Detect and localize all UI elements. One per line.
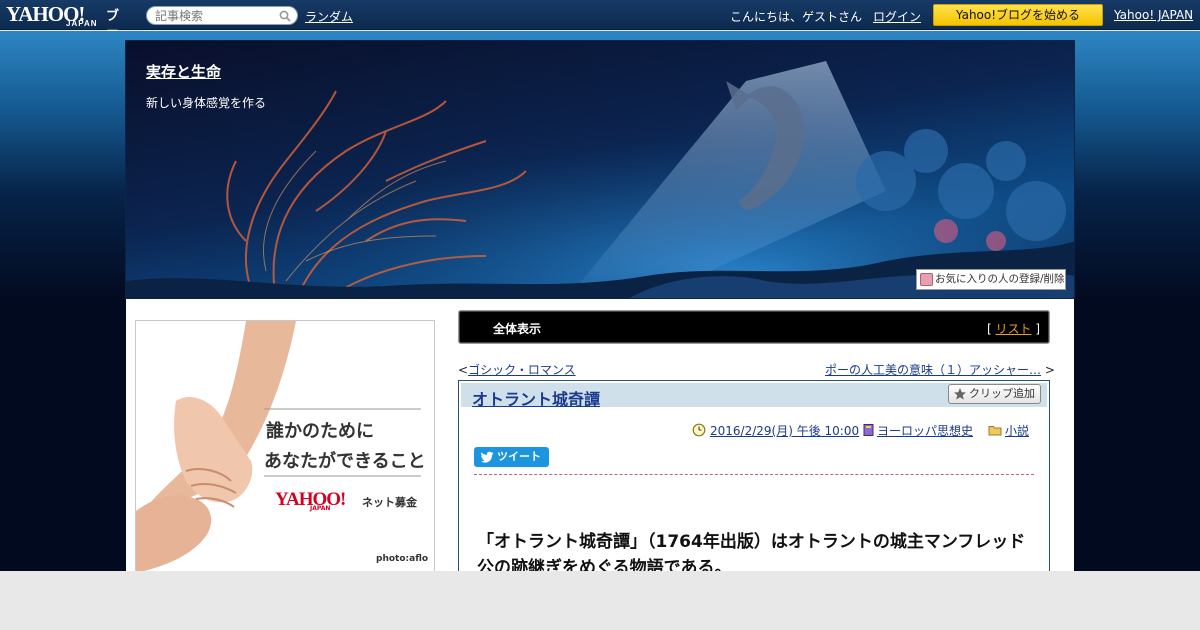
article-search-box: [146, 6, 298, 25]
logo-japan-text: JAPAN: [66, 19, 98, 28]
ad-yahoo-logo-sub: JAPAN: [310, 505, 331, 512]
search-input[interactable]: [155, 8, 279, 24]
article-title-link[interactable]: オトラント城奇譚: [472, 386, 600, 410]
article-category: ヨーロッパ思想史: [862, 422, 973, 439]
favorite-register-label: お気に入りの人の登録/削除: [935, 273, 1065, 285]
book-icon: [863, 424, 874, 436]
global-header: YAHOO! JAPAN ブログ ランダム こんにちは、ゲストさん ログイン Y…: [0, 0, 1200, 62]
previous-article-nav: <ゴシック・ロマンス: [458, 361, 576, 378]
view-mode-bar: 全体表示 [ リスト ]: [458, 310, 1050, 344]
clip-add-button[interactable]: クリップ追加: [948, 384, 1041, 404]
next-article-nav: ポーの人工美の意味（１）アッシャー… >: [825, 361, 1055, 378]
login-link[interactable]: ログイン: [873, 8, 921, 25]
yahoo-japan-link[interactable]: Yahoo! JAPAN: [1114, 8, 1193, 22]
blog-title-link[interactable]: 実存と生命: [146, 61, 221, 82]
search-icon[interactable]: [279, 10, 291, 22]
meta-divider: [474, 474, 1034, 475]
article-genre-link[interactable]: 小説: [1005, 424, 1029, 438]
twitter-bird-icon: [481, 451, 494, 463]
main-content: 誰かのために あなたができること YAHOO! JAPAN ネット募金 phot…: [126, 299, 1074, 580]
article-date: 2016/2/29(月) 午後 10:00: [692, 422, 859, 439]
random-link[interactable]: ランダム: [305, 8, 353, 25]
bottom-gray-band: [0, 571, 1200, 630]
start-blog-button[interactable]: Yahoo!ブログを始める: [933, 4, 1103, 26]
article-entry: オトラント城奇譚 クリップ追加 2016/2/29(月) 午後 10:00 ヨー…: [458, 380, 1050, 580]
star-icon: [954, 388, 966, 400]
ad-headline-line1: 誰かのために: [266, 421, 374, 442]
tweet-label: ツイート: [497, 450, 541, 463]
previous-article-link[interactable]: ゴシック・ロマンス: [468, 363, 576, 377]
favorite-icon: [920, 273, 933, 286]
ad-photo-credit: photo:aflo: [376, 554, 429, 564]
favorite-register-button[interactable]: お気に入りの人の登録/削除: [916, 269, 1066, 290]
list-view-toggle: [ リスト ]: [987, 320, 1040, 337]
article-category-link[interactable]: ヨーロッパ思想史: [877, 424, 973, 438]
bracket-open: [: [986, 322, 992, 336]
article-meta: 2016/2/29(月) 午後 10:00 ヨーロッパ思想史 小説: [459, 422, 1049, 440]
article-genre: 小説: [988, 422, 1029, 439]
blog-header-banner: 実存と生命 新しい身体感覚を作る お気に入りの人の登録/削除: [125, 40, 1075, 299]
clip-add-label: クリップ追加: [969, 387, 1035, 400]
ad-service-name: ネット募金: [362, 496, 417, 509]
bracket-close: ]: [1035, 322, 1040, 336]
list-view-link[interactable]: リスト: [995, 322, 1031, 336]
view-all-label: 全体表示: [493, 322, 542, 336]
article-header: オトラント城奇譚 クリップ追加: [461, 383, 1047, 410]
article-date-link[interactable]: 2016/2/29(月) 午後 10:00: [710, 424, 859, 438]
greeting-text: こんにちは、ゲストさん: [730, 10, 863, 24]
ad-headline-line2: あなたができること: [264, 451, 426, 472]
prev-arrow: <: [458, 363, 469, 377]
blog-subtitle: 新しい身体感覚を作る: [146, 96, 267, 110]
donation-ad-banner[interactable]: 誰かのために あなたができること YAHOO! JAPAN ネット募金 phot…: [135, 320, 435, 572]
clock-icon: [692, 423, 706, 437]
underwater-scene-image: [126, 41, 1074, 298]
next-arrow: >: [1044, 363, 1055, 377]
next-article-link[interactable]: ポーの人工美の意味（１）アッシャー…: [825, 363, 1041, 377]
folder-icon: [988, 426, 1002, 436]
tweet-button[interactable]: ツイート: [474, 447, 549, 467]
